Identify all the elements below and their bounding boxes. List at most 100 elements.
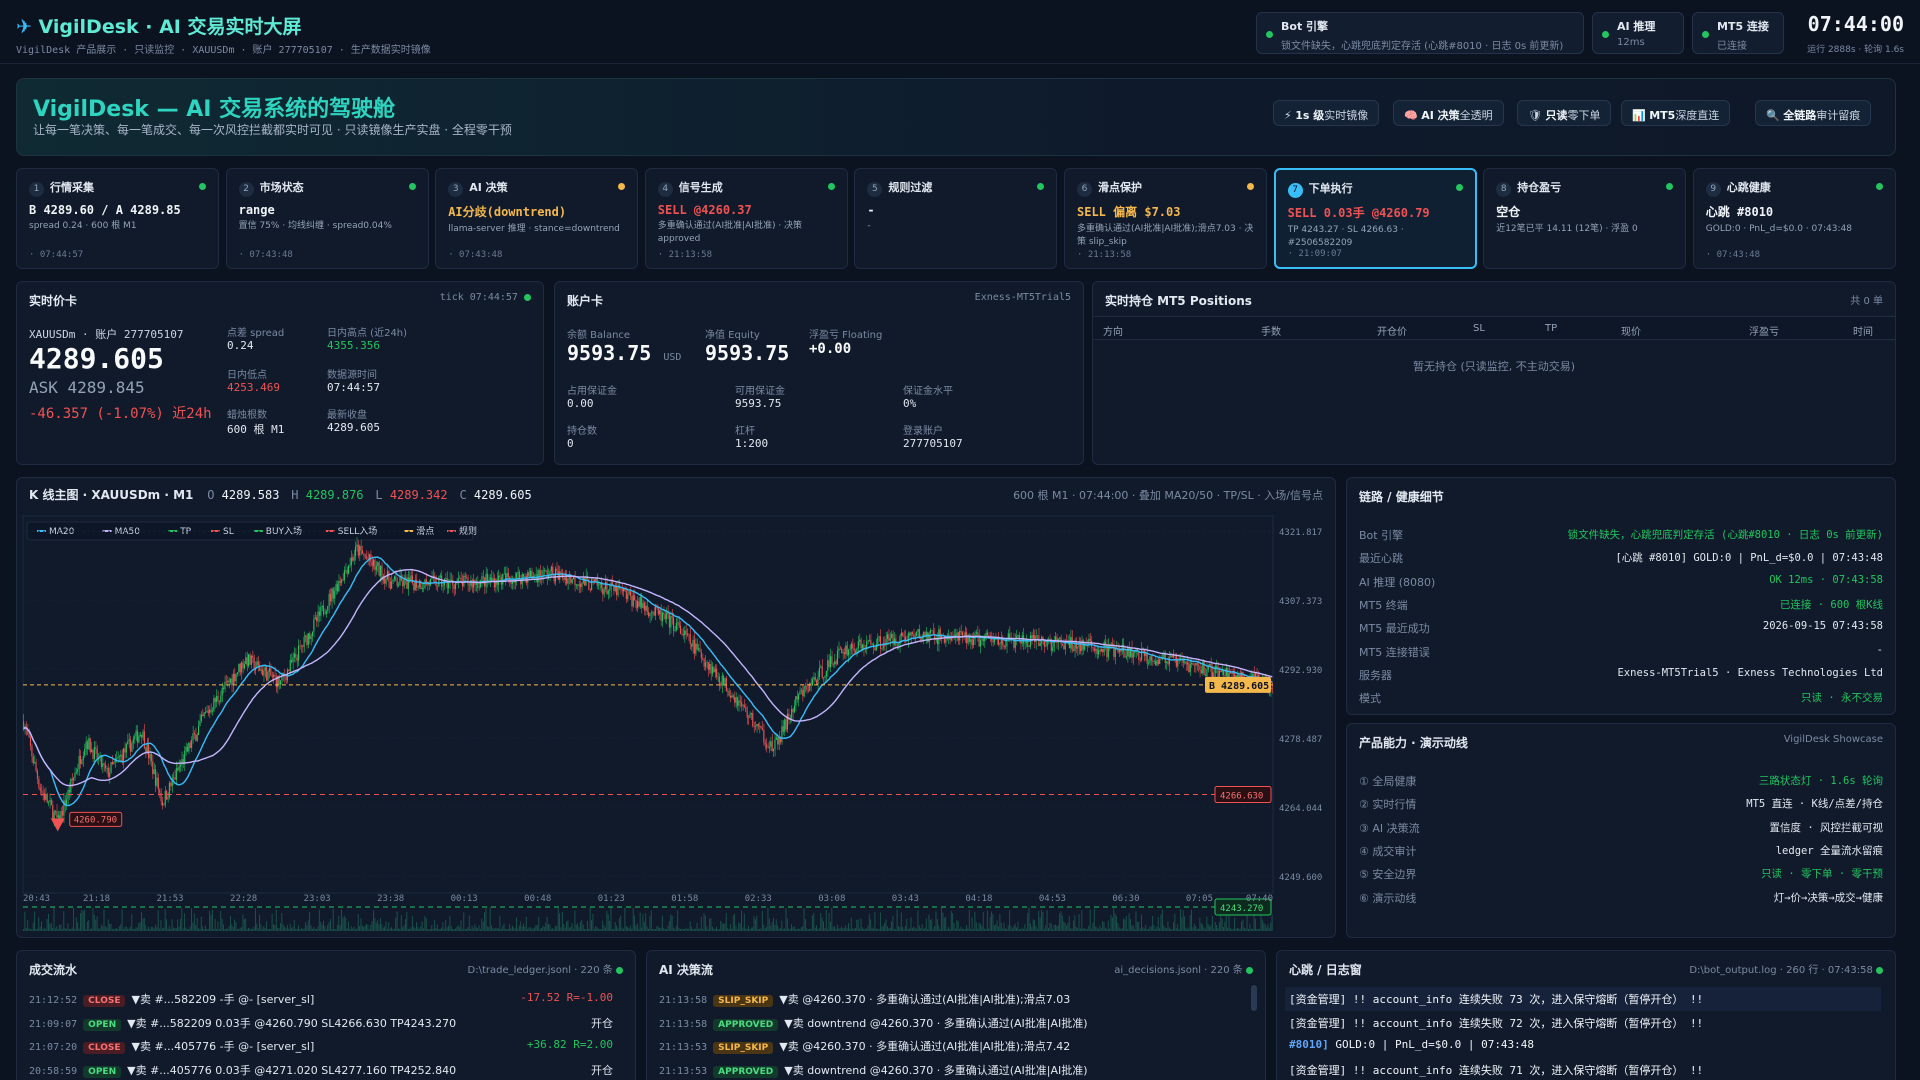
volume-bar	[241, 927, 243, 931]
scrollbar-thumb[interactable]	[1251, 985, 1257, 1011]
price-symbol: XAUUSDm · 账户 277705107	[29, 328, 184, 341]
volume-bar	[588, 928, 590, 931]
pipeline-stage-8[interactable]: 8 持仓盈亏 空仓 近12笔已平 14.11 (12笔) · 浮盈 0	[1483, 168, 1687, 269]
volume-bar	[300, 928, 302, 931]
volume-bar	[78, 928, 80, 931]
volume-bar	[395, 917, 397, 931]
decision-row[interactable]: 21:13:53 APPROVED ▼卖 downtrend @4260.370 ·…	[647, 1062, 1265, 1080]
status-ai-inference[interactable]: AI 推理 12ms	[1592, 12, 1684, 54]
showcase-row: ⑤ 安全边界 只读 · 零下单 · 零干预	[1359, 866, 1883, 882]
sell-entry-marker-icon[interactable]	[50, 818, 65, 832]
candle-body	[504, 573, 507, 580]
volume-bar	[186, 928, 188, 931]
volume-bar	[1261, 919, 1263, 931]
volume-bar	[223, 924, 224, 931]
decision-row[interactable]: 21:13:58 APPROVED ▼卖 downtrend @4260.370 ·…	[647, 1015, 1265, 1039]
volume-bar	[217, 921, 219, 931]
volume-bar	[492, 928, 494, 931]
candle-body	[660, 610, 662, 621]
volume-bar	[874, 912, 876, 931]
positions-col-header[interactable]: 现价	[1621, 323, 1641, 338]
candle-body	[550, 566, 552, 572]
candle-body	[454, 582, 457, 589]
live-dot-icon	[1246, 966, 1253, 974]
hero-chip[interactable]: 🧠 AI 决策全透明	[1393, 100, 1504, 126]
positions-col-header[interactable]: TP	[1545, 323, 1557, 334]
volume-bar	[153, 928, 155, 931]
legend-item-label[interactable]: TP	[179, 527, 191, 537]
status-bot-engine[interactable]: Bot 引擎 锁文件缺失，心跳兜底判定存活 (心跳#8010 · 日志 0s 前更…	[1256, 12, 1584, 54]
candle-body	[685, 630, 687, 635]
pipeline-stage-1[interactable]: 1 行情采集 B 4289.60 / A 4289.85 spread 0.24 · …	[16, 168, 219, 269]
trade-row[interactable]: 21:07:20 CLOSE ▼卖 #...405776 -手 @- [server…	[17, 1038, 635, 1062]
pipeline-stage-3[interactable]: 3 AI 决策 AI分歧(downtrend) llama-server 推理 · s…	[435, 168, 639, 269]
candle-body	[232, 673, 234, 686]
volume-bar	[986, 910, 988, 931]
volume-bar	[582, 924, 584, 931]
volume-bar	[659, 928, 661, 931]
volume-bar	[1029, 923, 1031, 931]
candle-body	[720, 683, 722, 686]
volume-bar	[568, 927, 570, 931]
candle-body	[786, 713, 788, 730]
candle-body	[960, 631, 962, 633]
volume-bar	[803, 908, 805, 931]
hero-chip[interactable]: 🔍 全链路审计留痕	[1755, 100, 1872, 126]
pipeline-stage-2[interactable]: 2 市场状态 range 置信 75% · 均线纠缠 · spread0.04% · 0…	[225, 168, 429, 269]
legend-item-label[interactable]: SL	[223, 527, 234, 537]
kline-chart[interactable]: MA20 MA50 TP SL BUY入场 SELL入场 滑点 规则 4321.8174307.…	[17, 506, 1335, 936]
volume-bar	[356, 928, 358, 931]
stage-detail: 多重确认通过(AI批准|AI批准);滑点7.03 · 决策 slip_skip	[1077, 224, 1254, 247]
hero-chip[interactable]: 🛡 只读零下单	[1517, 100, 1612, 126]
volume-bar	[1266, 927, 1268, 931]
positions-col-header[interactable]: 方向	[1103, 323, 1123, 338]
positions-col-header[interactable]: SL	[1473, 323, 1485, 334]
pipeline-stage-4[interactable]: 4 信号生成 SELL @4260.37 多重确认通过(AI批准|AI批准) · 决策…	[644, 168, 848, 269]
pipeline-stage-5[interactable]: 5 规则过滤 - -	[854, 168, 1058, 269]
status-mt5-connection[interactable]: MT5 连接 已连接	[1692, 12, 1784, 54]
volume-bar	[656, 926, 658, 931]
positions-col-header[interactable]: 时间	[1853, 323, 1873, 338]
candle-body	[1224, 674, 1226, 676]
volume-bar	[673, 927, 674, 931]
hero-chip[interactable]: ⚡ 1s 级实时镜像	[1273, 100, 1380, 126]
trade-row[interactable]: 20:58:59 OPEN ▼卖 #...405776 0.03手 @4271.02…	[17, 1062, 635, 1080]
pipeline-stage-6[interactable]: 6 滑点保护 SELL 偏离 $7.03 多重确认通过(AI批准|AI批准);滑点7.…	[1064, 168, 1267, 269]
volume-bar	[428, 928, 430, 931]
decision-row[interactable]: 21:13:58 SLIP_SKIP ▼卖 @4260.370 · 多重确认通过(A…	[647, 991, 1265, 1015]
volume-bar	[1010, 926, 1012, 931]
candle-body	[48, 801, 50, 803]
candle-body	[1141, 649, 1143, 661]
positions-col-header[interactable]: 浮盈亏	[1749, 323, 1779, 338]
hero-chip[interactable]: 📊 MT5深度直连	[1621, 100, 1731, 126]
legend-item-label[interactable]: MA20	[49, 527, 75, 537]
volume-bar	[1160, 914, 1162, 931]
health-panel: 链路 / 健康细节 Bot 引擎 锁文件缺失，心跳兜底判定存活 (心跳#8010 …	[1346, 477, 1896, 715]
volume-bar	[486, 926, 488, 931]
trade-row[interactable]: 21:12:52 CLOSE ▼卖 #...582209 -手 @- [server…	[17, 991, 635, 1015]
legend-item-label[interactable]: MA50	[115, 527, 141, 537]
pipeline-stage-9[interactable]: 9 心跳健康 心跳 #8010 GOLD:0 · PnL_d=$0.0 · 07:43…	[1692, 168, 1896, 269]
volume-bar	[1129, 918, 1131, 931]
volume-bar	[331, 928, 333, 931]
pipeline-stage-7[interactable]: 7 下单执行 SELL 0.03手 @4260.79 TP 4243.27 · SL …	[1273, 168, 1477, 269]
volume-bar	[343, 915, 345, 931]
candle-body	[971, 639, 973, 645]
volume-bar	[285, 928, 287, 931]
positions-col-header[interactable]: 手数	[1261, 323, 1281, 338]
candle-body	[1149, 656, 1151, 664]
sl-label: 4266.630	[1220, 792, 1263, 802]
candle-body	[157, 777, 159, 790]
volume-bar	[981, 926, 983, 931]
trade-row[interactable]: 21:09:07 OPEN ▼卖 #...582209 0.03手 @4260.79…	[17, 1015, 635, 1039]
decision-row[interactable]: 21:13:53 SLIP_SKIP ▼卖 @4260.370 · 多重确认通过(A…	[647, 1038, 1265, 1062]
row-key: ⑤ 安全边界	[1359, 868, 1417, 882]
volume-bar	[1223, 927, 1224, 931]
candle-body	[648, 611, 650, 617]
positions-col-header[interactable]: 开仓价	[1377, 323, 1407, 338]
candle-body	[811, 679, 813, 686]
candle-body	[1196, 663, 1198, 666]
candle-body	[1217, 665, 1219, 678]
volume-bar	[632, 907, 634, 931]
volume-bar	[1268, 928, 1270, 931]
